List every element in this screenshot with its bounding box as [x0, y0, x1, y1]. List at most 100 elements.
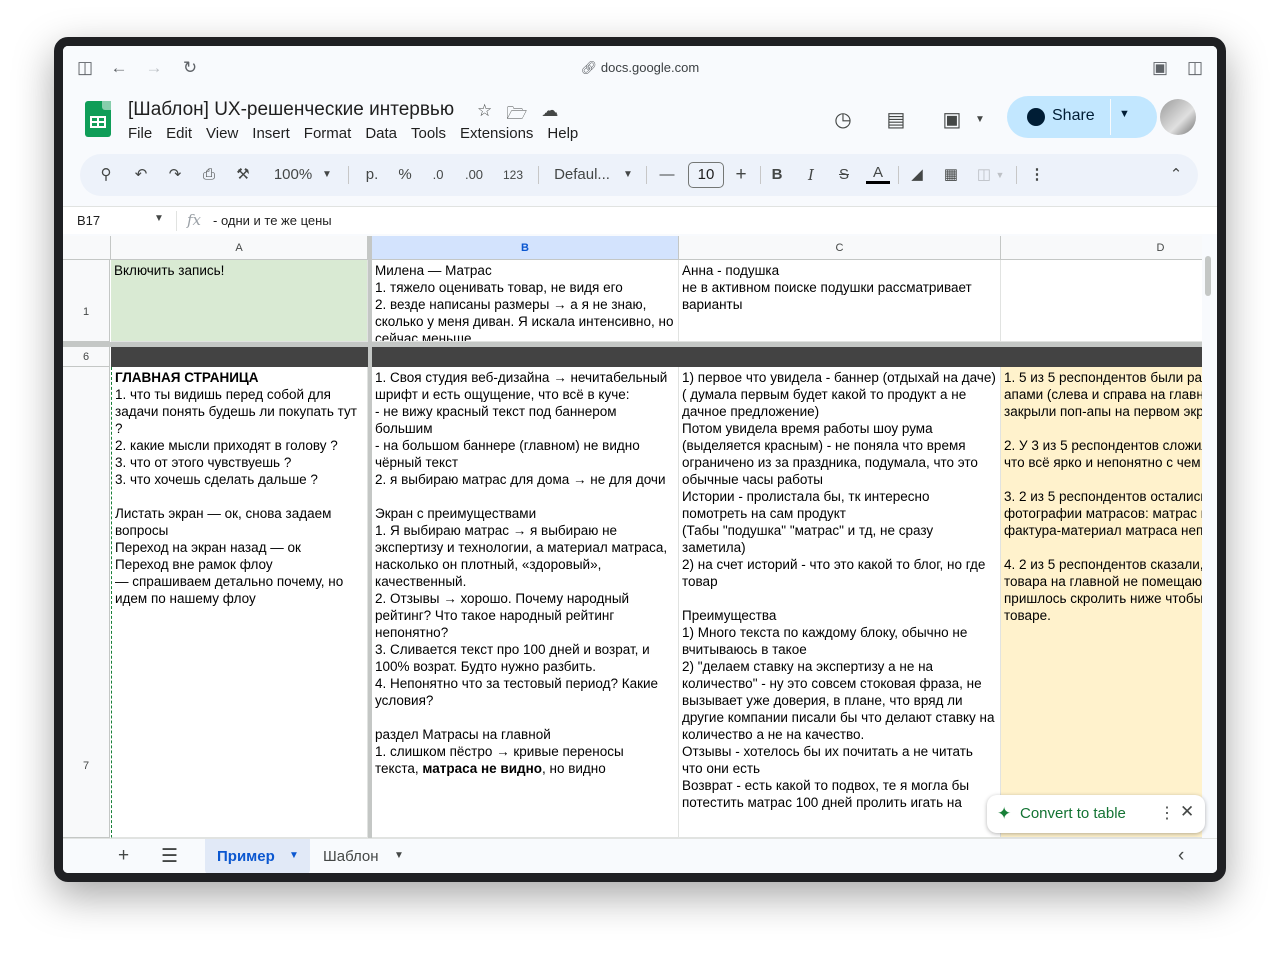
- meet-icon[interactable]: ▣: [938, 106, 966, 134]
- menu-file[interactable]: File: [128, 125, 160, 142]
- merge-cells-icon[interactable]: ◫: [973, 164, 995, 186]
- share-label: Share: [1052, 107, 1095, 124]
- row-header[interactable]: 6: [63, 347, 110, 367]
- number-format-button[interactable]: 123: [498, 164, 528, 186]
- borders-icon[interactable]: ▦: [940, 164, 962, 186]
- menu-view[interactable]: View: [206, 125, 246, 142]
- column-header-d[interactable]: D: [1001, 236, 1202, 260]
- comments-icon[interactable]: ▤: [882, 106, 910, 134]
- address-bar[interactable]: 🔗︎ docs.google.com: [63, 60, 1217, 76]
- menu-help[interactable]: Help: [547, 125, 586, 142]
- cell-d1[interactable]: [1001, 260, 1202, 342]
- name-box[interactable]: B17: [77, 213, 100, 228]
- share-button[interactable]: Share ▼: [1007, 96, 1157, 138]
- avatar[interactable]: [1160, 99, 1196, 135]
- cell-a7[interactable]: ГЛАВНАЯ СТРАНИЦА 1. что ты видишь перед …: [111, 367, 368, 838]
- cell-b7-text: 1. Своя студия веб-дизайна → нечитабельн…: [375, 370, 668, 759]
- formula-input[interactable]: - одни и те же цены: [213, 213, 332, 228]
- bold-button[interactable]: B: [766, 164, 788, 186]
- chevron-down-icon[interactable]: ▼: [289, 850, 299, 861]
- increase-font-size-icon[interactable]: +: [730, 164, 752, 186]
- vertical-scrollbar[interactable]: [1204, 236, 1212, 838]
- split-view-icon[interactable]: ◫: [1185, 58, 1205, 78]
- formatting-toolbar: ⚲ ↶ ↷ ⎙ ⚒ 100% ▼ р. % .0 .00 123 Defaul.…: [80, 154, 1198, 196]
- cell-c1[interactable]: Анна - подушка не в активном поиске поду…: [679, 260, 1001, 342]
- cell-d7[interactable]: 1. 5 из 5 респондентов были раздражены п…: [1001, 367, 1202, 838]
- row-6-fill[interactable]: [111, 347, 1202, 367]
- convert-to-table-label[interactable]: Convert to table: [1020, 805, 1126, 822]
- cell-b7-tail-post: , но видно: [542, 761, 606, 776]
- share-dropdown-icon[interactable]: ▼: [1119, 108, 1130, 120]
- sheet-tab[interactable]: Шаблон: [323, 848, 379, 865]
- strikethrough-button[interactable]: S: [833, 164, 855, 186]
- cell-b1[interactable]: Милена — Матрас 1. тяжело оценивать това…: [372, 260, 679, 342]
- decrease-decimal-button[interactable]: .0: [425, 164, 451, 186]
- menu-edit[interactable]: Edit: [166, 125, 200, 142]
- row-header[interactable]: 7: [63, 367, 110, 838]
- toolbar-divider: [1016, 166, 1017, 184]
- fill-color-icon[interactable]: ◢: [906, 164, 928, 186]
- menu-format[interactable]: Format: [304, 125, 360, 142]
- search-menus-icon[interactable]: ⚲: [95, 164, 117, 186]
- scrollbar-thumb[interactable]: [1205, 256, 1211, 296]
- document-title[interactable]: [Шаблон] UX-решенческие интервью: [128, 99, 454, 121]
- more-options-icon[interactable]: ⋮: [1026, 164, 1048, 186]
- currency-format-button[interactable]: р.: [360, 164, 384, 186]
- link-icon: 🔗︎: [580, 60, 601, 75]
- menu-insert[interactable]: Insert: [252, 125, 298, 142]
- collapse-toolbar-icon[interactable]: ⌃: [1165, 164, 1187, 186]
- frozen-column-divider[interactable]: [368, 236, 372, 838]
- row-header[interactable]: 1: [63, 260, 110, 342]
- url-text: docs.google.com: [600, 60, 700, 75]
- percent-format-button[interactable]: %: [394, 164, 416, 186]
- zoom-select[interactable]: 100%: [269, 164, 317, 186]
- toolbar-divider: [760, 166, 761, 184]
- formula-divider: [176, 211, 177, 231]
- spreadsheet-grid: A B C D 1 Включить запись! Милена — Матр…: [63, 236, 1202, 838]
- cell-a1[interactable]: Включить запись!: [111, 260, 368, 342]
- menu-data[interactable]: Data: [365, 125, 405, 142]
- convert-to-table-chip[interactable]: ✦ Convert to table ⋮ ✕: [987, 795, 1205, 833]
- add-sheet-icon[interactable]: +: [118, 845, 129, 867]
- cell-a7-text: 1. что ты видишь перед собой для задачи …: [115, 387, 357, 606]
- more-options-icon[interactable]: ⋮: [1159, 803, 1175, 823]
- cell-c7[interactable]: 1) первое что увидела - баннер (отдыхай …: [679, 367, 1001, 838]
- menu-extensions[interactable]: Extensions: [460, 125, 541, 142]
- select-all-corner[interactable]: [63, 236, 111, 260]
- sheets-logo[interactable]: [85, 101, 111, 137]
- cell-a7-heading: ГЛАВНАЯ СТРАНИЦА: [115, 370, 259, 385]
- sheet-tab-active[interactable]: Пример ▼: [205, 839, 310, 873]
- column-header-a[interactable]: A: [111, 236, 368, 260]
- sheet-tab-label: Пример: [217, 848, 275, 865]
- toolbar-divider: [898, 166, 899, 184]
- extensions-icon[interactable]: ▣: [1150, 58, 1170, 78]
- paint-format-icon[interactable]: ⚒: [232, 164, 254, 186]
- text-color-button[interactable]: A: [866, 164, 890, 184]
- meet-dropdown-icon[interactable]: ▼: [966, 106, 994, 134]
- italic-button[interactable]: I: [800, 164, 822, 186]
- sheet-tabs-bar: + ☰ Пример ▼ Шаблон ▼ ‹: [63, 838, 1217, 873]
- column-header-c[interactable]: C: [679, 236, 1001, 260]
- redo-icon[interactable]: ↷: [164, 164, 186, 186]
- chevron-left-icon[interactable]: ‹: [1178, 845, 1184, 867]
- sparkle-icon: ✦: [997, 804, 1012, 823]
- chevron-down-icon[interactable]: ▼: [394, 850, 404, 861]
- share-divider: [1110, 99, 1111, 135]
- close-icon[interactable]: ✕: [1180, 802, 1194, 822]
- decrease-font-size-icon[interactable]: —: [656, 164, 678, 186]
- cell-b7[interactable]: 1. Своя студия веб-дизайна → нечитабельн…: [372, 367, 679, 838]
- column-header-b[interactable]: B: [372, 236, 679, 260]
- merge-dropdown-icon[interactable]: ▼: [994, 164, 1006, 186]
- font-size-input[interactable]: 10: [688, 162, 724, 188]
- font-dropdown-icon[interactable]: ▼: [621, 164, 635, 186]
- increase-decimal-button[interactable]: .00: [458, 164, 490, 186]
- menu-tools[interactable]: Tools: [411, 125, 454, 142]
- menu-bar: File Edit View Insert Format Data Tools …: [128, 125, 592, 142]
- name-box-dropdown-icon[interactable]: ▼: [154, 213, 164, 224]
- zoom-dropdown-icon[interactable]: ▼: [320, 164, 334, 186]
- all-sheets-icon[interactable]: ☰: [161, 845, 178, 868]
- version-history-icon[interactable]: ◷: [829, 106, 857, 134]
- print-icon[interactable]: ⎙: [198, 164, 220, 186]
- undo-icon[interactable]: ↶: [130, 164, 152, 186]
- font-family-select[interactable]: Defaul...: [546, 164, 618, 186]
